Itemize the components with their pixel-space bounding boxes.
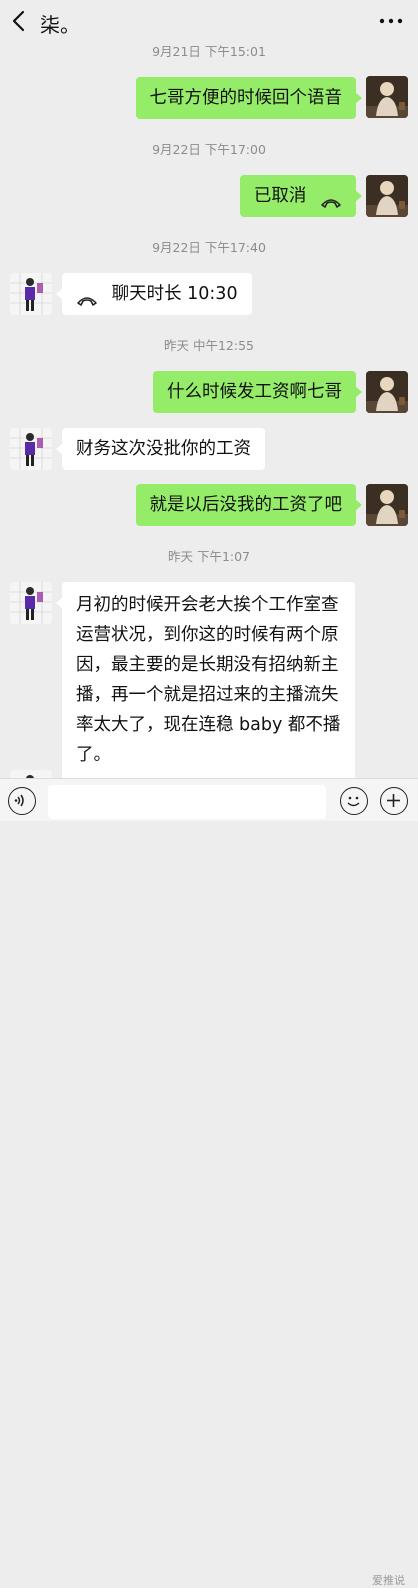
plus-icon[interactable] [380, 787, 408, 815]
message-text: 什么时候发工资啊七哥 [167, 382, 342, 402]
message-text: 聊天时长 10:30 [111, 284, 238, 304]
contact-avatar[interactable] [10, 582, 52, 624]
contact-avatar[interactable] [10, 428, 52, 470]
chat-title: 柒。 [40, 13, 80, 37]
message-bubble[interactable]: 财务这次没批你的工资 [56, 428, 265, 470]
timestamp: 9月21日 下午15:01 [152, 44, 266, 59]
chevron-left-icon[interactable] [8, 9, 30, 33]
input-toolbar: 爱推说 [0, 778, 418, 1587]
contact-avatar[interactable] [10, 770, 52, 778]
more-dots-icon[interactable] [378, 10, 404, 32]
phone-hangup-icon [320, 189, 342, 208]
message-text: 七哥方便的时候回个语音 [149, 88, 343, 108]
my-avatar[interactable] [366, 76, 408, 118]
emoji-icon[interactable] [340, 787, 368, 815]
message-input[interactable] [48, 785, 326, 819]
message-text: 月初的时候开会老大挨个工作室查运营状况，到你这的时候有两个原因，最主要的是长期没… [76, 595, 341, 765]
my-avatar[interactable] [366, 371, 408, 413]
message-bubble[interactable]: 就是以后没我的工资了吧 [135, 484, 362, 526]
message-text: 就是以后没我的工资了吧 [149, 495, 343, 515]
timestamp: 昨天 下午1:07 [167, 549, 251, 564]
message-text: 财务这次没批你的工资 [76, 439, 251, 459]
message-bubble[interactable]: 月初的时候开会老大挨个工作室查运营状况，到你这的时候有两个原因，最主要的是长期没… [56, 582, 355, 778]
voice-icon[interactable] [8, 787, 36, 815]
call-duration-bubble[interactable]: 聊天时长 10:30 [56, 273, 252, 315]
phone-hangup-icon [76, 287, 98, 306]
message-text: 已取消 [253, 186, 307, 206]
my-avatar[interactable] [366, 484, 408, 526]
timestamp: 9月22日 下午17:00 [152, 142, 266, 157]
call-cancelled-bubble[interactable]: 已取消 [239, 175, 363, 217]
chat-area[interactable]: 9月21日 下午15:01 七哥方便的时候回个语音 9月22日 下午17:00 … [0, 0, 418, 778]
contact-avatar[interactable] [10, 273, 52, 315]
timestamp: 昨天 中午12:55 [164, 338, 254, 353]
message-bubble-partial[interactable] [62, 770, 355, 778]
message-bubble[interactable]: 什么时候发工资啊七哥 [153, 371, 362, 413]
my-avatar[interactable] [366, 175, 408, 217]
watermark: 爱推说 [372, 1574, 405, 1587]
timestamp: 9月22日 下午17:40 [152, 240, 266, 255]
message-bubble[interactable]: 七哥方便的时候回个语音 [135, 77, 362, 119]
top-nav-bar: 柒。 [0, 0, 418, 42]
